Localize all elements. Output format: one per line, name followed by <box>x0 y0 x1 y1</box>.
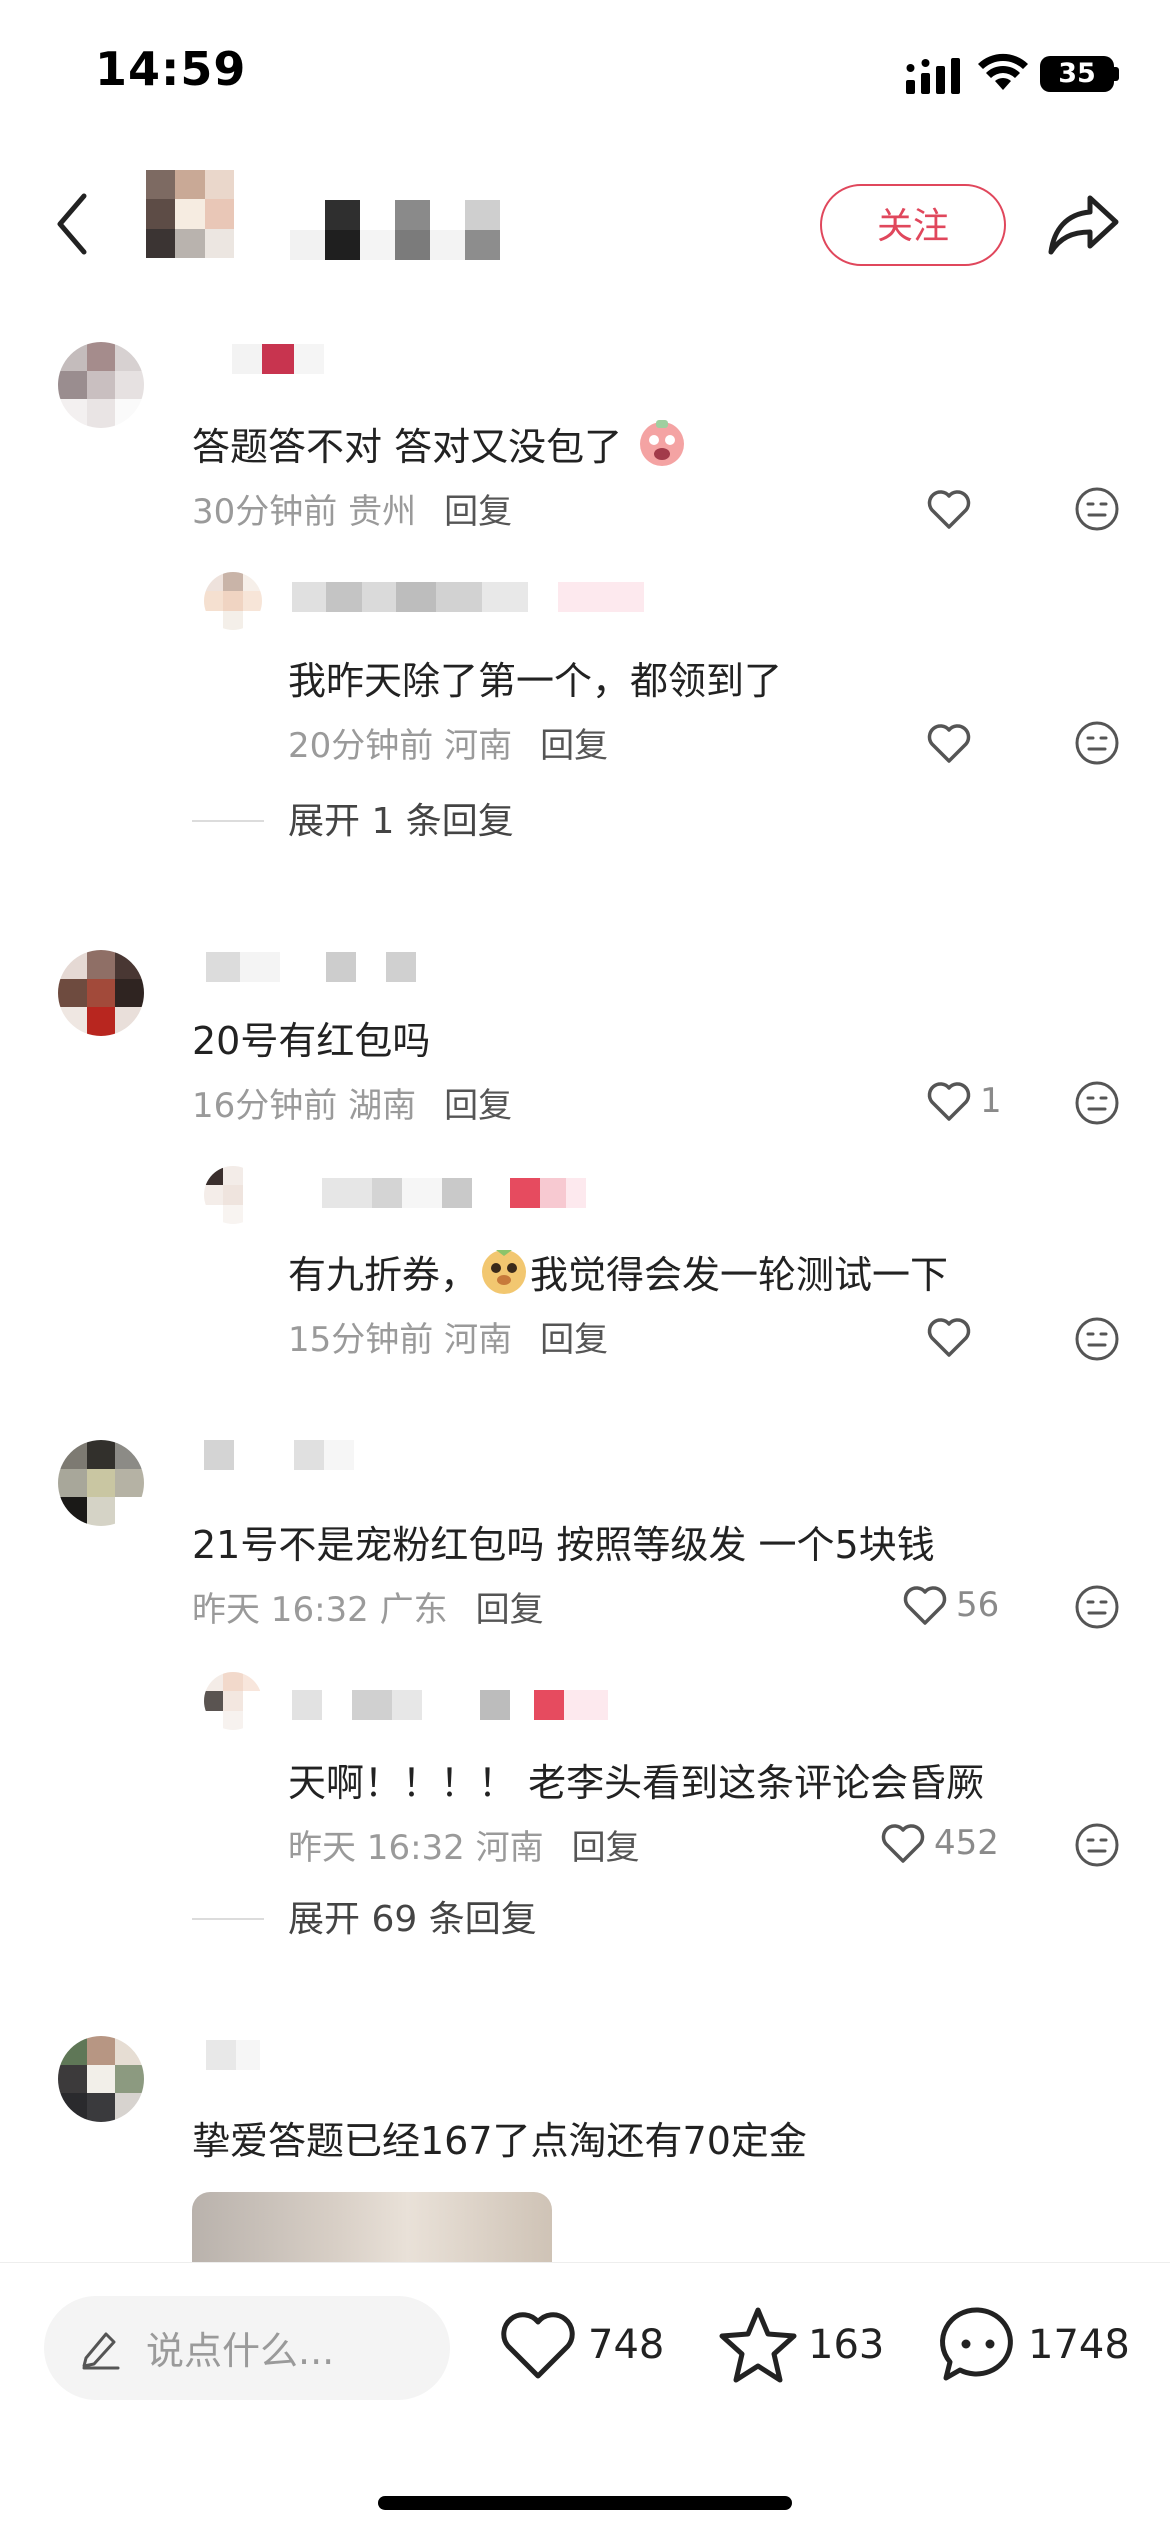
comment-image-thumbnail[interactable] <box>192 2192 552 2272</box>
back-icon[interactable] <box>52 192 92 256</box>
replier-name-blurred <box>322 1178 586 1208</box>
reply-text: 我昨天除了第一个，都领到了 <box>288 659 783 703</box>
reply-time: 15分钟前 <box>288 1320 434 1360</box>
wifi-icon <box>978 53 1028 90</box>
battery-tip <box>1114 67 1119 81</box>
comment-input-placeholder: 说点什么... <box>146 2329 335 2373</box>
replier-avatar[interactable] <box>204 1672 262 1730</box>
comment-time: 30分钟前 <box>192 492 338 532</box>
comment-text: 挚爱答题已经167了点淘还有70定金 <box>192 2119 807 2163</box>
meh-face-icon[interactable] <box>1074 1316 1120 1362</box>
comment-meta: 16分钟前 湖南 回复 <box>192 1078 512 1127</box>
cellular-signal-icon <box>906 58 960 94</box>
comment-meta: 昨天 16:32 广东 回复 <box>192 1582 544 1631</box>
reply-button[interactable]: 回复 <box>476 1590 544 1630</box>
commenter-avatar[interactable] <box>58 1440 144 1526</box>
commenter-name-blurred <box>206 2040 260 2070</box>
comment-meta: 30分钟前 贵州 回复 <box>192 484 512 533</box>
reply-location: 河南 <box>444 1320 513 1360</box>
home-indicator <box>378 2496 792 2510</box>
heart-icon <box>881 1824 925 1863</box>
reply-location: 河南 <box>444 726 513 766</box>
heart-icon <box>927 490 971 529</box>
chat-icon[interactable] <box>938 2304 1018 2384</box>
reply-text: 天啊！！！！ 老李头看到这条评论会昏厥 <box>288 1761 985 1805</box>
expand-divider <box>192 820 264 822</box>
meh-face-icon[interactable] <box>1074 720 1120 766</box>
post-like-count[interactable]: 748 <box>588 2322 664 2368</box>
reply-time: 昨天 16:32 <box>288 1828 465 1868</box>
reply-text: 有九折券， 我觉得会发一轮测试一下 <box>288 1244 948 1299</box>
reply-meta: 20分钟前 河南 回复 <box>288 718 608 767</box>
reply-button[interactable]: 回复 <box>540 1320 608 1360</box>
like-count: 1 <box>980 1081 1002 1121</box>
reply-button[interactable]: 回复 <box>444 1086 512 1126</box>
share-icon[interactable] <box>1046 190 1120 260</box>
heart-icon <box>927 1082 971 1121</box>
comment-text: 21号不是宠粉红包吗 按照等级发 一个5块钱 <box>192 1523 935 1567</box>
replier-avatar[interactable] <box>204 572 262 630</box>
heart-icon <box>927 1318 971 1357</box>
heart-icon <box>927 724 971 763</box>
comment-location: 广东 <box>379 1590 448 1630</box>
post-comment-count[interactable]: 1748 <box>1028 2322 1130 2368</box>
replier-name-blurred <box>292 1690 608 1720</box>
like-count: 56 <box>956 1585 1000 1625</box>
reply-location: 河南 <box>475 1828 544 1868</box>
comment-location: 湖南 <box>348 1086 417 1126</box>
comment-text: 20号有红包吗 <box>192 1019 431 1063</box>
meerkat-emoji-icon <box>482 1250 527 1294</box>
expand-replies-button[interactable]: 展开 69 条回复 <box>288 1890 537 1942</box>
like-button[interactable] <box>926 1312 980 1362</box>
post-favorite-count[interactable]: 163 <box>808 2322 884 2368</box>
reply-meta: 昨天 16:32 河南 回复 <box>288 1820 640 1869</box>
commenter-avatar[interactable] <box>58 950 144 1036</box>
heart-icon <box>903 1586 947 1625</box>
author-avatar[interactable] <box>146 170 234 258</box>
commenter-name-blurred <box>204 1440 354 1470</box>
meh-face-icon[interactable] <box>1074 1822 1120 1868</box>
meh-face-icon[interactable] <box>1074 486 1120 532</box>
reply-meta: 15分钟前 河南 回复 <box>288 1312 608 1361</box>
author-name-blurred <box>290 200 500 260</box>
like-button[interactable]: 1 <box>926 1076 1002 1126</box>
pencil-icon <box>82 2332 120 2370</box>
reply-time: 20分钟前 <box>288 726 434 766</box>
heart-icon[interactable] <box>498 2308 578 2382</box>
like-button[interactable]: 452 <box>880 1818 999 1868</box>
crying-emoji-icon <box>640 420 685 466</box>
like-button[interactable] <box>926 718 980 768</box>
commenter-avatar[interactable] <box>58 342 144 428</box>
comment-text: 答题答不对 答对又没包了 <box>192 416 690 471</box>
follow-button[interactable]: 关注 <box>820 184 1006 266</box>
battery-indicator: 35 <box>1040 56 1114 92</box>
expand-replies-button[interactable]: 展开 1 条回复 <box>288 792 514 844</box>
reply-button[interactable]: 回复 <box>572 1828 640 1868</box>
like-button[interactable]: 56 <box>902 1580 999 1630</box>
expand-divider <box>192 1918 264 1920</box>
status-time: 14:59 <box>95 42 247 96</box>
meh-face-icon[interactable] <box>1074 1584 1120 1630</box>
comment-location: 贵州 <box>348 492 417 532</box>
like-button[interactable] <box>926 484 980 534</box>
replier-name-blurred <box>292 582 644 612</box>
commenter-name-blurred <box>232 344 324 374</box>
commenter-avatar[interactable] <box>58 2036 144 2122</box>
like-count: 452 <box>934 1823 999 1863</box>
commenter-name-blurred <box>206 952 416 982</box>
replier-avatar[interactable] <box>204 1166 262 1224</box>
reply-button[interactable]: 回复 <box>444 492 512 532</box>
reply-button[interactable]: 回复 <box>540 726 608 766</box>
comment-time: 昨天 16:32 <box>192 1590 369 1630</box>
meh-face-icon[interactable] <box>1074 1080 1120 1126</box>
comment-time: 16分钟前 <box>192 1086 338 1126</box>
star-icon[interactable] <box>718 2304 798 2384</box>
